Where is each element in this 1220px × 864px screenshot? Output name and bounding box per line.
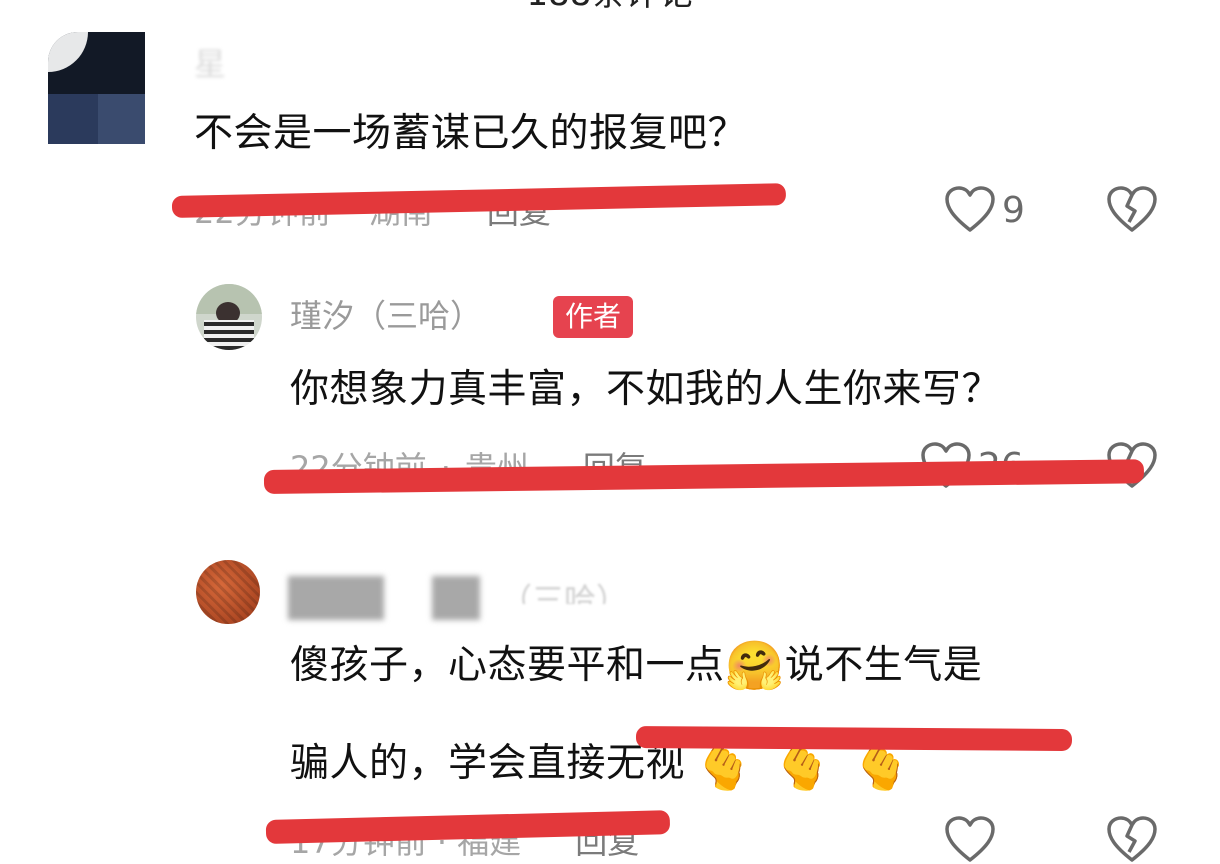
comment-count-title: 188条评论 (0, 0, 1220, 14)
like-count: 9 (1002, 189, 1025, 231)
author-avatar[interactable] (196, 284, 262, 350)
broken-heart-icon (1107, 816, 1157, 862)
comment-text: 傻孩子，心态要平和一点 (290, 643, 725, 688)
author-badge: 作者 (553, 296, 634, 338)
redacted-name-block (432, 576, 480, 620)
avatar[interactable] (196, 560, 260, 624)
comment-text: 你想象力真丰富，不如我的人生你来写？ (290, 367, 1002, 412)
red-strike-mark (635, 726, 1073, 752)
dislike-button[interactable] (1106, 816, 1158, 864)
comment-username[interactable]: （三哈） (500, 580, 628, 604)
like-button[interactable] (944, 816, 996, 864)
dislike-button[interactable] (1106, 186, 1158, 234)
heart-icon (945, 816, 995, 862)
hug-emoji-icon: 🤗 (724, 638, 785, 694)
avatar[interactable] (48, 32, 145, 144)
comment-username[interactable]: 瑾汐（三哈） (290, 296, 482, 336)
comment-username[interactable]: 星 (194, 44, 226, 84)
redacted-name-block (288, 576, 384, 620)
comment-text: 说不生气是 (784, 643, 983, 688)
like-button[interactable]: 9 (944, 186, 1025, 234)
comment-text: 骗人的，学会直接无视 (290, 741, 686, 786)
comment-text: 不会是一场蓄谋已久的报复吧？ (194, 111, 748, 156)
heart-icon (945, 186, 995, 232)
broken-heart-icon (1107, 186, 1157, 232)
comment-text-line1: 傻孩子，心态要平和一点 🤗 说不生气是 (290, 642, 982, 690)
